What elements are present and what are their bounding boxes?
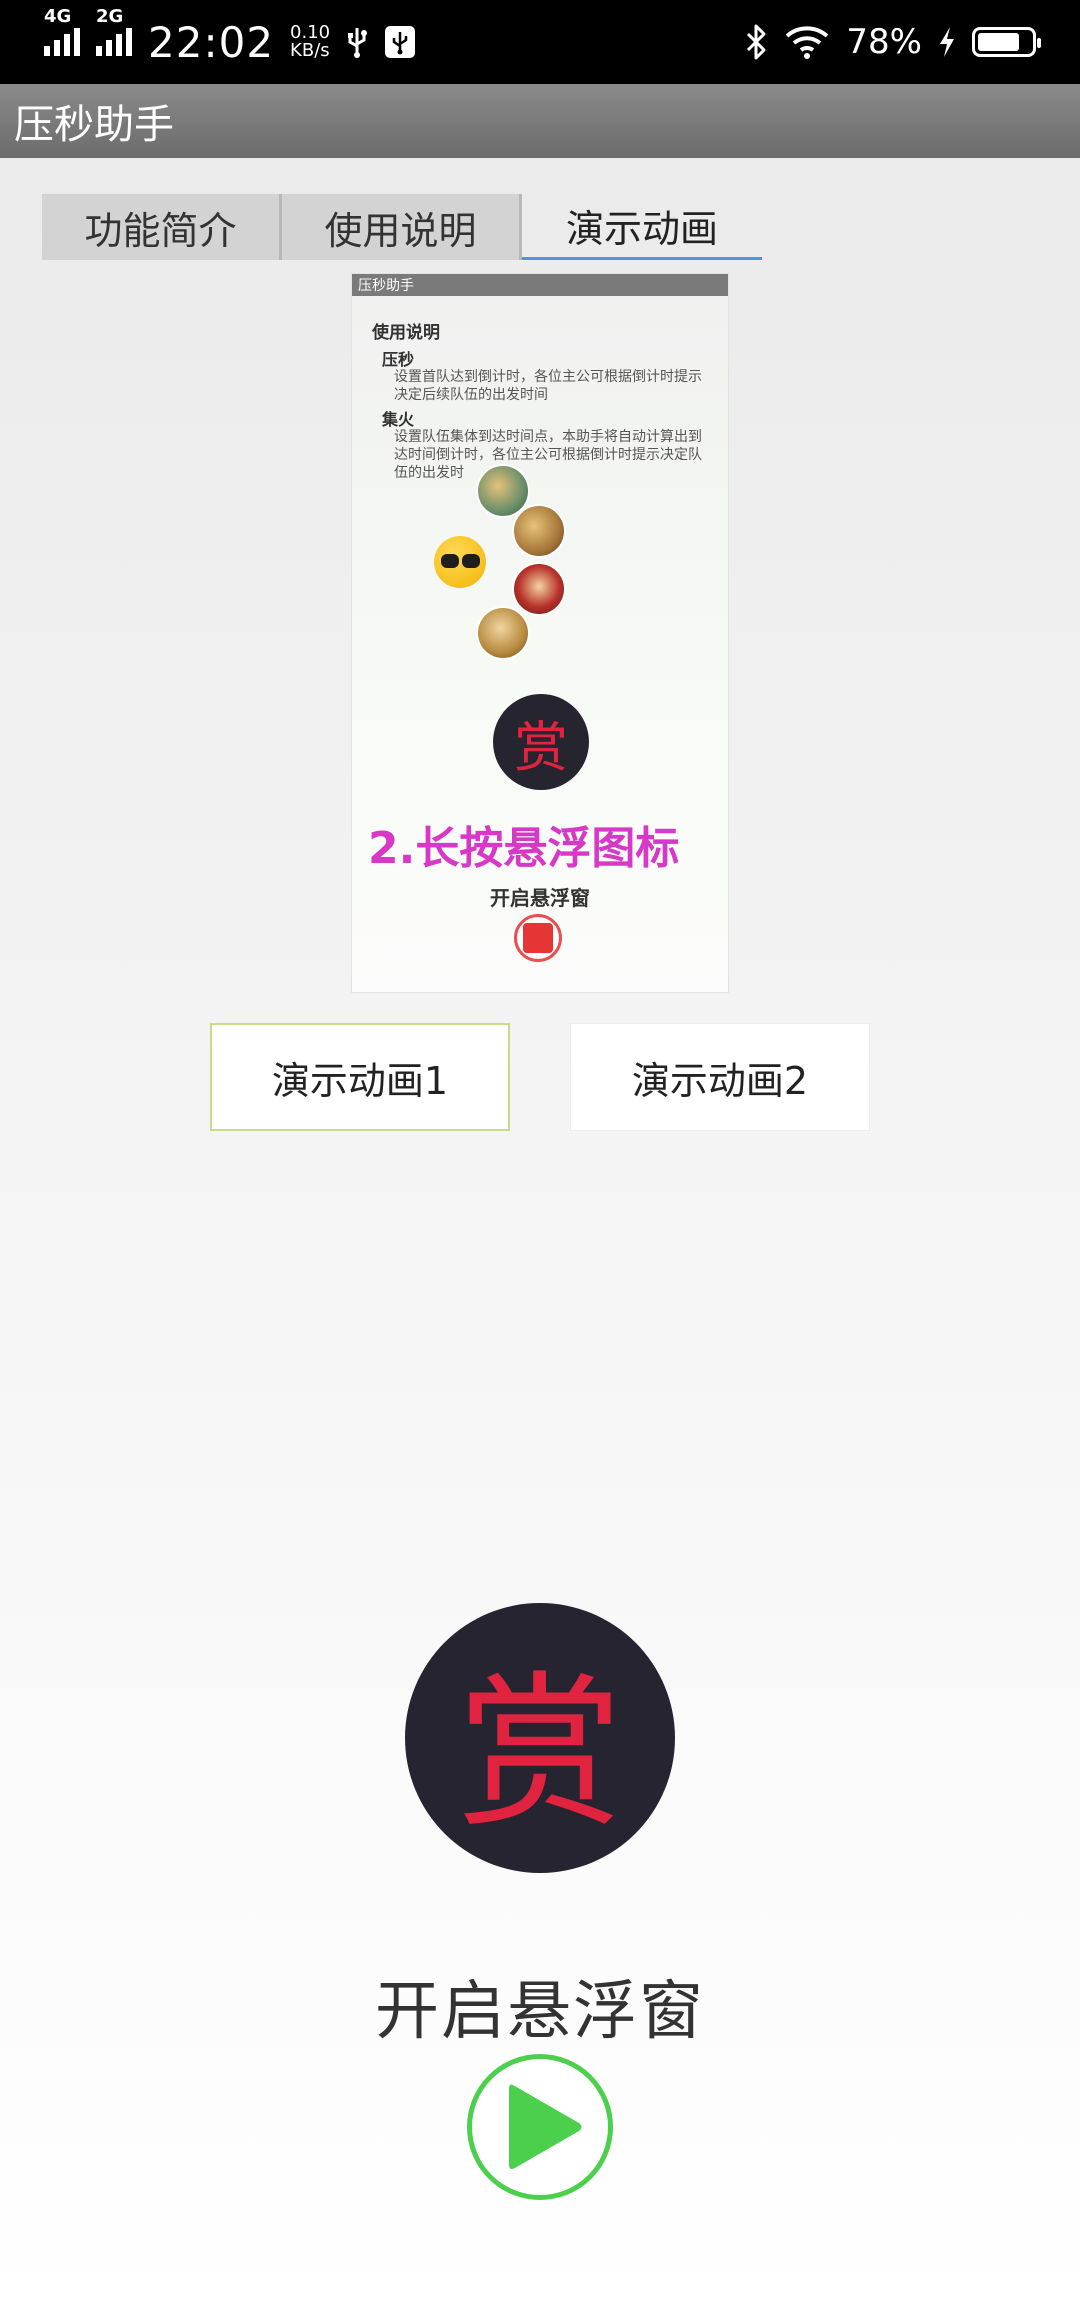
preview-heading: 使用说明 — [372, 323, 440, 343]
app-title: 压秒助手 — [14, 102, 174, 148]
play-button[interactable] — [467, 2054, 613, 2200]
demo-2-button[interactable]: 演示动画2 — [570, 1023, 870, 1131]
preview-section1-title: 压秒 — [382, 350, 415, 369]
battery-percent: 78% — [846, 22, 922, 62]
reward-button[interactable]: 赏 — [405, 1603, 675, 1873]
preview-start-label: 开启悬浮窗 — [490, 886, 590, 910]
battery-fill — [978, 33, 1019, 51]
preview-section1-text: 设置首队达到倒计时，各位主公可根据倒计时提示决定后续队伍的出发时间 — [394, 369, 702, 403]
battery-icon — [972, 27, 1041, 57]
tab-features[interactable]: 功能简介 — [42, 194, 282, 260]
status-right: 78% — [744, 0, 1041, 84]
signal-4g-icon: 4G — [44, 6, 80, 56]
demo-1-button[interactable]: 演示动画1 — [210, 1023, 510, 1131]
tab-bar: 功能简介 使用说明 演示动画 — [42, 194, 762, 260]
preview-reward-icon: 赏 — [493, 694, 589, 790]
preview-app-bar: 压秒助手 — [352, 274, 728, 296]
preview-stop-icon — [514, 914, 562, 962]
network-type-1: 4G — [44, 6, 72, 27]
bluetooth-icon — [744, 24, 768, 60]
preview-banner: 2.长按悬浮图标 — [368, 823, 680, 874]
tab-instructions[interactable]: 使用说明 — [282, 194, 522, 260]
preview-section2-text: 设置队伍集体到达时间点，本助手将自动计算出到达时间倒计时，各位主公可根据倒计时提… — [394, 429, 702, 481]
preview-avatar-3 — [514, 564, 564, 614]
charging-icon — [938, 26, 956, 58]
tab-demo[interactable]: 演示动画 — [522, 194, 762, 260]
preview-avatar-4 — [478, 608, 528, 658]
demo-preview-image: 压秒助手 使用说明 压秒 设置首队达到倒计时，各位主公可根据倒计时提示决定后续队… — [352, 274, 728, 992]
signal-2g-icon: 2G — [96, 6, 132, 56]
usb-debug-icon — [384, 25, 416, 59]
clock: 22:02 — [148, 17, 275, 67]
app-bar: 压秒助手 — [0, 84, 1080, 158]
status-bar: 4G 2G 22:02 0.10 KB/s 78% — [0, 0, 1080, 84]
preview-avatar-2 — [514, 506, 564, 556]
preview-emoji-icon — [434, 536, 486, 588]
wifi-icon — [784, 24, 830, 60]
network-speed: 0.10 KB/s — [290, 24, 330, 60]
network-type-2: 2G — [96, 6, 124, 27]
preview-avatar-1 — [478, 466, 528, 516]
usb-icon — [346, 26, 368, 58]
network-speed-unit: KB/s — [290, 40, 330, 61]
play-icon — [509, 2084, 582, 2169]
status-left: 4G 2G 22:02 0.10 KB/s — [44, 0, 416, 84]
preview-section2-title: 集火 — [382, 410, 415, 429]
open-float-window-label: 开启悬浮窗 — [375, 1975, 705, 2049]
